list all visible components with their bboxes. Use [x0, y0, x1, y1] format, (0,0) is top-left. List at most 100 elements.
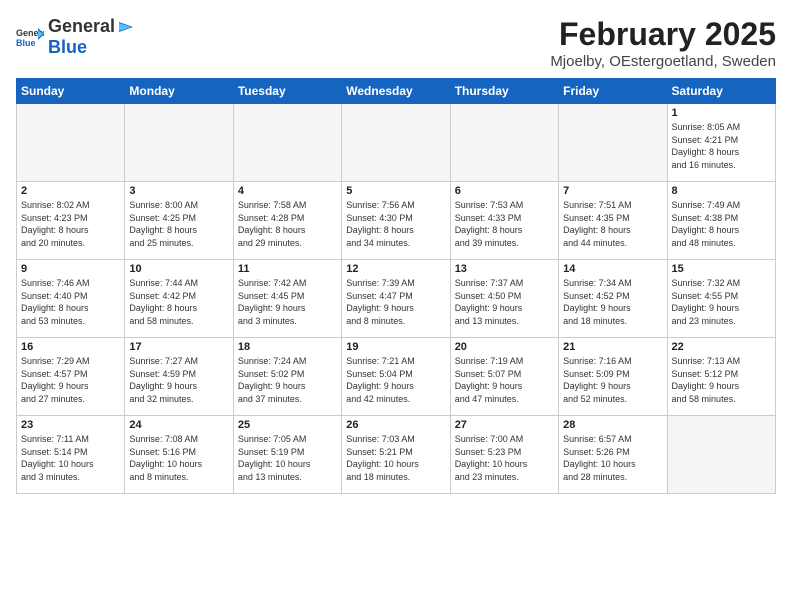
day-number: 15 — [672, 263, 771, 275]
day-number: 1 — [672, 107, 771, 119]
day-info: Sunrise: 7:08 AM Sunset: 5:16 PM Dayligh… — [129, 433, 228, 483]
day-number: 5 — [346, 185, 445, 197]
calendar-week-row: 16Sunrise: 7:29 AM Sunset: 4:57 PM Dayli… — [17, 338, 776, 416]
day-number: 13 — [455, 263, 554, 275]
day-info: Sunrise: 7:03 AM Sunset: 5:21 PM Dayligh… — [346, 433, 445, 483]
calendar-cell: 12 Sunrise: 7:39 AM Sunset: 4:47 PM Dayli… — [342, 260, 450, 338]
day-info: Sunrise: 8:05 AM Sunset: 4:21 PM Dayligh… — [672, 121, 771, 171]
calendar-table: SundayMondayTuesdayWednesdayThursdayFrid… — [16, 78, 776, 494]
calendar-cell: 6 Sunrise: 7:53 AM Sunset: 4:33 PM Daylig… — [450, 182, 558, 260]
day-info: Sunrise: 7:34 AM Sunset: 4:52 PM Dayligh… — [563, 277, 662, 327]
day-info: Sunrise: 7:51 AM Sunset: 4:35 PM Dayligh… — [563, 199, 662, 249]
month-title: February 2025 — [550, 16, 776, 53]
day-number: 3 — [129, 185, 228, 197]
day-number: 26 — [346, 419, 445, 431]
calendar-cell: 9Sunrise: 7:46 AM Sunset: 4:40 PM Daylig… — [17, 260, 125, 338]
calendar-cell: 18 Sunrise: 7:24 AM Sunset: 5:02 PM Dayli… — [233, 338, 341, 416]
weekday-header-sunday: Sunday — [17, 79, 125, 104]
day-number: 24 — [129, 419, 228, 431]
calendar-cell: 28 Sunrise: 6:57 AM Sunset: 5:26 PM Dayli… — [559, 416, 667, 494]
day-number: 6 — [455, 185, 554, 197]
calendar-cell — [450, 104, 558, 182]
day-number: 22 — [672, 341, 771, 353]
day-info: Sunrise: 7:29 AM Sunset: 4:57 PM Dayligh… — [21, 355, 120, 405]
calendar-cell: 2Sunrise: 8:02 AM Sunset: 4:23 PM Daylig… — [17, 182, 125, 260]
day-info: Sunrise: 7:13 AM Sunset: 5:12 PM Dayligh… — [672, 355, 771, 405]
day-number: 28 — [563, 419, 662, 431]
day-number: 17 — [129, 341, 228, 353]
day-number: 18 — [238, 341, 337, 353]
location-subtitle: Mjoelby, OEstergoetland, Sweden — [550, 53, 776, 70]
day-number: 20 — [455, 341, 554, 353]
day-number: 11 — [238, 263, 337, 275]
day-info: Sunrise: 7:11 AM Sunset: 5:14 PM Dayligh… — [21, 433, 120, 483]
day-number: 14 — [563, 263, 662, 275]
weekday-header-tuesday: Tuesday — [233, 79, 341, 104]
calendar-cell: 1 Sunrise: 8:05 AM Sunset: 4:21 PM Daylig… — [667, 104, 775, 182]
calendar-cell: 24 Sunrise: 7:08 AM Sunset: 5:16 PM Dayli… — [125, 416, 233, 494]
calendar-cell: 4Sunrise: 7:58 AM Sunset: 4:28 PM Daylig… — [233, 182, 341, 260]
day-info: Sunrise: 7:27 AM Sunset: 4:59 PM Dayligh… — [129, 355, 228, 405]
calendar-week-row: 9Sunrise: 7:46 AM Sunset: 4:40 PM Daylig… — [17, 260, 776, 338]
calendar-cell: 23 Sunrise: 7:11 AM Sunset: 5:14 PM Dayli… — [17, 416, 125, 494]
calendar-cell: 11 Sunrise: 7:42 AM Sunset: 4:45 PM Dayli… — [233, 260, 341, 338]
day-number: 12 — [346, 263, 445, 275]
logo-arrow-icon — [117, 20, 135, 34]
weekday-header-monday: Monday — [125, 79, 233, 104]
calendar-cell: 3 Sunrise: 8:00 AM Sunset: 4:25 PM Daylig… — [125, 182, 233, 260]
day-info: Sunrise: 7:32 AM Sunset: 4:55 PM Dayligh… — [672, 277, 771, 327]
weekday-header-wednesday: Wednesday — [342, 79, 450, 104]
calendar-cell: 22 Sunrise: 7:13 AM Sunset: 5:12 PM Dayli… — [667, 338, 775, 416]
title-area: February 2025 Mjoelby, OEstergoetland, S… — [550, 16, 776, 70]
day-info: Sunrise: 7:05 AM Sunset: 5:19 PM Dayligh… — [238, 433, 337, 483]
day-info: Sunrise: 6:57 AM Sunset: 5:26 PM Dayligh… — [563, 433, 662, 483]
calendar-cell: 21Sunrise: 7:16 AM Sunset: 5:09 PM Dayli… — [559, 338, 667, 416]
calendar-cell: 17 Sunrise: 7:27 AM Sunset: 4:59 PM Dayli… — [125, 338, 233, 416]
calendar-cell — [125, 104, 233, 182]
calendar-cell — [233, 104, 341, 182]
day-number: 25 — [238, 419, 337, 431]
logo-blue-text: Blue — [48, 37, 135, 58]
calendar-cell: 26 Sunrise: 7:03 AM Sunset: 5:21 PM Dayli… — [342, 416, 450, 494]
day-info: Sunrise: 7:16 AM Sunset: 5:09 PM Dayligh… — [563, 355, 662, 405]
day-info: Sunrise: 7:56 AM Sunset: 4:30 PM Dayligh… — [346, 199, 445, 249]
logo: General Blue General Blue — [16, 16, 135, 58]
day-info: Sunrise: 7:42 AM Sunset: 4:45 PM Dayligh… — [238, 277, 337, 327]
day-info: Sunrise: 7:53 AM Sunset: 4:33 PM Dayligh… — [455, 199, 554, 249]
day-number: 7 — [563, 185, 662, 197]
weekday-header-saturday: Saturday — [667, 79, 775, 104]
day-info: Sunrise: 7:19 AM Sunset: 5:07 PM Dayligh… — [455, 355, 554, 405]
calendar-cell: 15 Sunrise: 7:32 AM Sunset: 4:55 PM Dayli… — [667, 260, 775, 338]
calendar-cell: 13 Sunrise: 7:37 AM Sunset: 4:50 PM Dayli… — [450, 260, 558, 338]
day-info: Sunrise: 8:00 AM Sunset: 4:25 PM Dayligh… — [129, 199, 228, 249]
day-info: Sunrise: 7:46 AM Sunset: 4:40 PM Dayligh… — [21, 277, 120, 327]
calendar-cell: 25 Sunrise: 7:05 AM Sunset: 5:19 PM Dayli… — [233, 416, 341, 494]
day-number: 19 — [346, 341, 445, 353]
svg-text:Blue: Blue — [16, 38, 36, 48]
calendar-cell: 16Sunrise: 7:29 AM Sunset: 4:57 PM Dayli… — [17, 338, 125, 416]
calendar-week-row: 1 Sunrise: 8:05 AM Sunset: 4:21 PM Daylig… — [17, 104, 776, 182]
weekday-header-friday: Friday — [559, 79, 667, 104]
weekday-header-thursday: Thursday — [450, 79, 558, 104]
calendar-cell — [667, 416, 775, 494]
day-info: Sunrise: 7:00 AM Sunset: 5:23 PM Dayligh… — [455, 433, 554, 483]
day-info: Sunrise: 7:21 AM Sunset: 5:04 PM Dayligh… — [346, 355, 445, 405]
calendar-cell — [17, 104, 125, 182]
day-info: Sunrise: 7:24 AM Sunset: 5:02 PM Dayligh… — [238, 355, 337, 405]
day-info: Sunrise: 7:37 AM Sunset: 4:50 PM Dayligh… — [455, 277, 554, 327]
calendar-cell — [559, 104, 667, 182]
day-number: 4 — [238, 185, 337, 197]
day-info: Sunrise: 7:39 AM Sunset: 4:47 PM Dayligh… — [346, 277, 445, 327]
day-info: Sunrise: 8:02 AM Sunset: 4:23 PM Dayligh… — [21, 199, 120, 249]
calendar-cell: 7 Sunrise: 7:51 AM Sunset: 4:35 PM Daylig… — [559, 182, 667, 260]
calendar-cell: 8Sunrise: 7:49 AM Sunset: 4:38 PM Daylig… — [667, 182, 775, 260]
calendar-cell: 19 Sunrise: 7:21 AM Sunset: 5:04 PM Dayli… — [342, 338, 450, 416]
header: General Blue General Blue February 2025 … — [16, 16, 776, 70]
day-number: 23 — [21, 419, 120, 431]
day-number: 27 — [455, 419, 554, 431]
logo-icon: General Blue — [16, 26, 44, 48]
calendar-cell — [342, 104, 450, 182]
day-info: Sunrise: 7:44 AM Sunset: 4:42 PM Dayligh… — [129, 277, 228, 327]
logo-general-text: General — [48, 16, 115, 37]
calendar-week-row: 2Sunrise: 8:02 AM Sunset: 4:23 PM Daylig… — [17, 182, 776, 260]
